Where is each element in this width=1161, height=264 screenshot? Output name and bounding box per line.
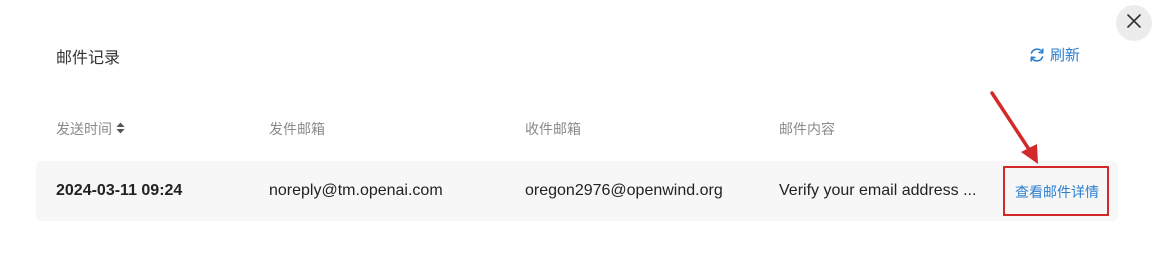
column-header-from: 发件邮箱 xyxy=(269,121,325,137)
refresh-icon xyxy=(1028,46,1046,64)
refresh-button[interactable]: 刷新 xyxy=(1028,44,1080,65)
view-email-details-link[interactable]: 查看邮件详情 xyxy=(1015,182,1099,202)
column-header-sent-time[interactable]: 发送时间 xyxy=(56,119,125,139)
sent-time-cell: 2024-03-11 09:24 xyxy=(56,182,183,199)
sort-icon[interactable] xyxy=(116,121,125,137)
to-email-cell: oregon2976@openwind.org xyxy=(525,182,723,199)
column-header-content: 邮件内容 xyxy=(779,121,835,137)
close-icon xyxy=(1127,13,1141,33)
column-header-to: 收件邮箱 xyxy=(525,121,581,137)
from-email-cell: noreply@tm.openai.com xyxy=(269,182,443,199)
content-cell: Verify your email address ... xyxy=(779,182,977,199)
dialog-title: 邮件记录 xyxy=(56,50,121,67)
annotation-arrow xyxy=(990,91,1038,164)
email-records-dialog: 邮件记录 刷新 发送时间 发件邮箱 收件邮箱 邮件内容 2024-03-11 0… xyxy=(0,0,1161,264)
refresh-label: 刷新 xyxy=(1050,47,1081,64)
close-button[interactable] xyxy=(1116,5,1152,41)
